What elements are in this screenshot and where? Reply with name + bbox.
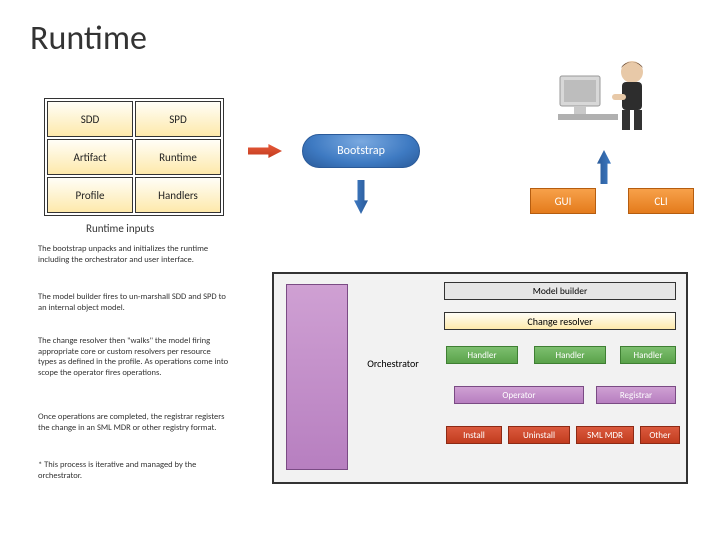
paragraph-registrar: Once operations are completed, the regis… [38, 412, 230, 433]
operator-box: Operator [454, 386, 584, 404]
sml-mdr-box: SML MDR [576, 426, 634, 444]
install-box: Install [446, 426, 502, 444]
change-resolver-box: Change resolver [444, 312, 676, 330]
arrow-up-icon [597, 150, 611, 184]
other-box: Other [640, 426, 680, 444]
handler-box-1: Handler [446, 346, 518, 364]
arrow-right-icon [248, 144, 282, 158]
paragraph-bootstrap: The bootstrap unpacks and initializes th… [38, 244, 230, 265]
arrow-down-icon [354, 180, 368, 214]
handler-box-3: Handler [620, 346, 676, 364]
model-builder-box: Model builder [444, 282, 676, 300]
registrar-box: Registrar [596, 386, 676, 404]
cli-box: CLI [628, 188, 694, 214]
table-caption: Runtime inputs [86, 222, 154, 235]
cell-handlers: Handlers [135, 177, 221, 213]
gui-box: GUI [530, 188, 596, 214]
orchestrator-column [286, 284, 348, 470]
paragraph-footnote: * This process is iterative and managed … [38, 460, 230, 481]
user-at-computer-icon [556, 54, 662, 142]
runtime-inputs-table: SDDSPD ArtifactRuntime ProfileHandlers [44, 98, 224, 216]
slide-title: Runtime [30, 18, 147, 59]
cell-profile: Profile [47, 177, 133, 213]
paragraph-change-resolver: The change resolver then "walks" the mod… [38, 336, 230, 379]
cell-spd: SPD [135, 101, 221, 137]
bootstrap-node: Bootstrap [302, 134, 420, 168]
orchestrator-label: Orchestrator [354, 352, 432, 374]
cell-sdd: SDD [47, 101, 133, 137]
cell-artifact: Artifact [47, 139, 133, 175]
handler-box-2: Handler [534, 346, 606, 364]
uninstall-box: Uninstall [508, 426, 570, 444]
cell-runtime: Runtime [135, 139, 221, 175]
paragraph-model-builder: The model builder fires to un-marshall S… [38, 292, 230, 313]
runtime-diagram: Model builder Change resolver Orchestrat… [272, 272, 688, 484]
